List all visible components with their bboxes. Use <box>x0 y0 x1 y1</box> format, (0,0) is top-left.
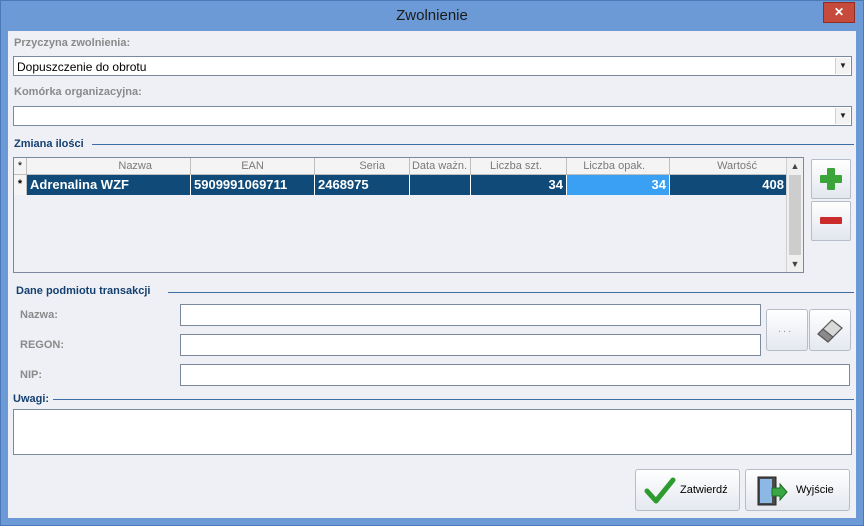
scroll-up-icon[interactable]: ▲ <box>787 158 803 174</box>
confirm-button[interactable]: Zatwierdź <box>635 469 740 511</box>
remove-item-button[interactable] <box>811 201 851 241</box>
party-name-input[interactable] <box>180 304 761 326</box>
items-grid[interactable]: * Nazwa EAN Seria Data ważn. Liczba szt.… <box>13 157 804 273</box>
column-header-series[interactable]: Seria <box>315 158 410 175</box>
nip-label: NIP: <box>20 369 42 381</box>
reason-select[interactable]: Dopuszczenie do obrotu ▼ <box>13 56 852 76</box>
chevron-down-icon[interactable]: ▼ <box>835 108 850 124</box>
grid-corner: * <box>14 158 27 175</box>
cell-units[interactable]: 34 <box>471 175 567 195</box>
column-header-value[interactable]: Wartość <box>670 158 788 175</box>
eraser-icon <box>817 319 843 343</box>
cell-ean[interactable]: 5909991069711 <box>191 175 315 195</box>
org-unit-label: Komórka organizacyjna: <box>14 86 142 98</box>
quantity-section-label: Zmiana ilości <box>14 138 84 150</box>
org-unit-select[interactable]: ▼ <box>13 106 852 126</box>
check-icon <box>644 477 676 504</box>
cell-packages[interactable]: 34 <box>567 175 670 195</box>
exit-label: Wyjście <box>796 484 834 496</box>
clear-party-button[interactable] <box>809 309 851 351</box>
grid-scrollbar[interactable]: ▲ ▼ <box>786 158 803 272</box>
exit-button[interactable]: Wyjście <box>745 469 850 511</box>
close-button[interactable]: ✕ <box>823 2 855 23</box>
regon-input[interactable] <box>180 334 761 356</box>
section-divider <box>168 292 854 293</box>
scroll-down-icon[interactable]: ▼ <box>787 256 803 272</box>
title-bar[interactable]: Zwolnienie ✕ <box>1 1 863 31</box>
party-section-label: Dane podmiotu transakcji <box>16 285 151 297</box>
scroll-thumb[interactable] <box>789 175 801 255</box>
plus-icon <box>820 168 842 190</box>
reason-value: Dopuszczenie do obrotu <box>17 60 147 74</box>
section-divider <box>53 399 854 400</box>
cell-series[interactable]: 2468975 <box>315 175 410 195</box>
cell-expiry[interactable] <box>410 175 471 195</box>
column-header-units[interactable]: Liczba szt. <box>471 158 567 175</box>
cell-value[interactable]: 408 <box>670 175 788 195</box>
cell-name[interactable]: Adrenalina WZF <box>27 175 191 195</box>
row-marker[interactable]: * <box>14 175 27 195</box>
window-title: Zwolnienie <box>396 7 468 24</box>
add-item-button[interactable] <box>811 159 851 199</box>
exit-door-icon <box>757 476 788 506</box>
notes-textarea[interactable] <box>13 409 852 455</box>
nip-input[interactable] <box>180 364 850 386</box>
browse-label: ... <box>778 323 794 335</box>
column-header-name[interactable]: Nazwa <box>27 158 191 175</box>
dialog-body: Przyczyna zwolnienia: Dopuszczenie do ob… <box>8 31 856 518</box>
dialog-window: Zwolnienie ✕ Przyczyna zwolnienia: Dopus… <box>0 0 864 526</box>
party-name-label: Nazwa: <box>20 309 58 321</box>
column-header-expiry[interactable]: Data ważn. <box>410 158 471 175</box>
browse-button[interactable]: ... <box>766 309 808 351</box>
minus-icon <box>820 217 842 224</box>
section-divider <box>92 144 854 145</box>
chevron-down-icon[interactable]: ▼ <box>835 58 850 74</box>
column-header-packages[interactable]: Liczba opak. <box>567 158 670 175</box>
regon-label: REGON: <box>20 339 64 351</box>
reason-label: Przyczyna zwolnienia: <box>14 37 131 49</box>
column-header-ean[interactable]: EAN <box>191 158 315 175</box>
notes-label: Uwagi: <box>13 393 50 405</box>
confirm-label: Zatwierdź <box>680 484 728 496</box>
